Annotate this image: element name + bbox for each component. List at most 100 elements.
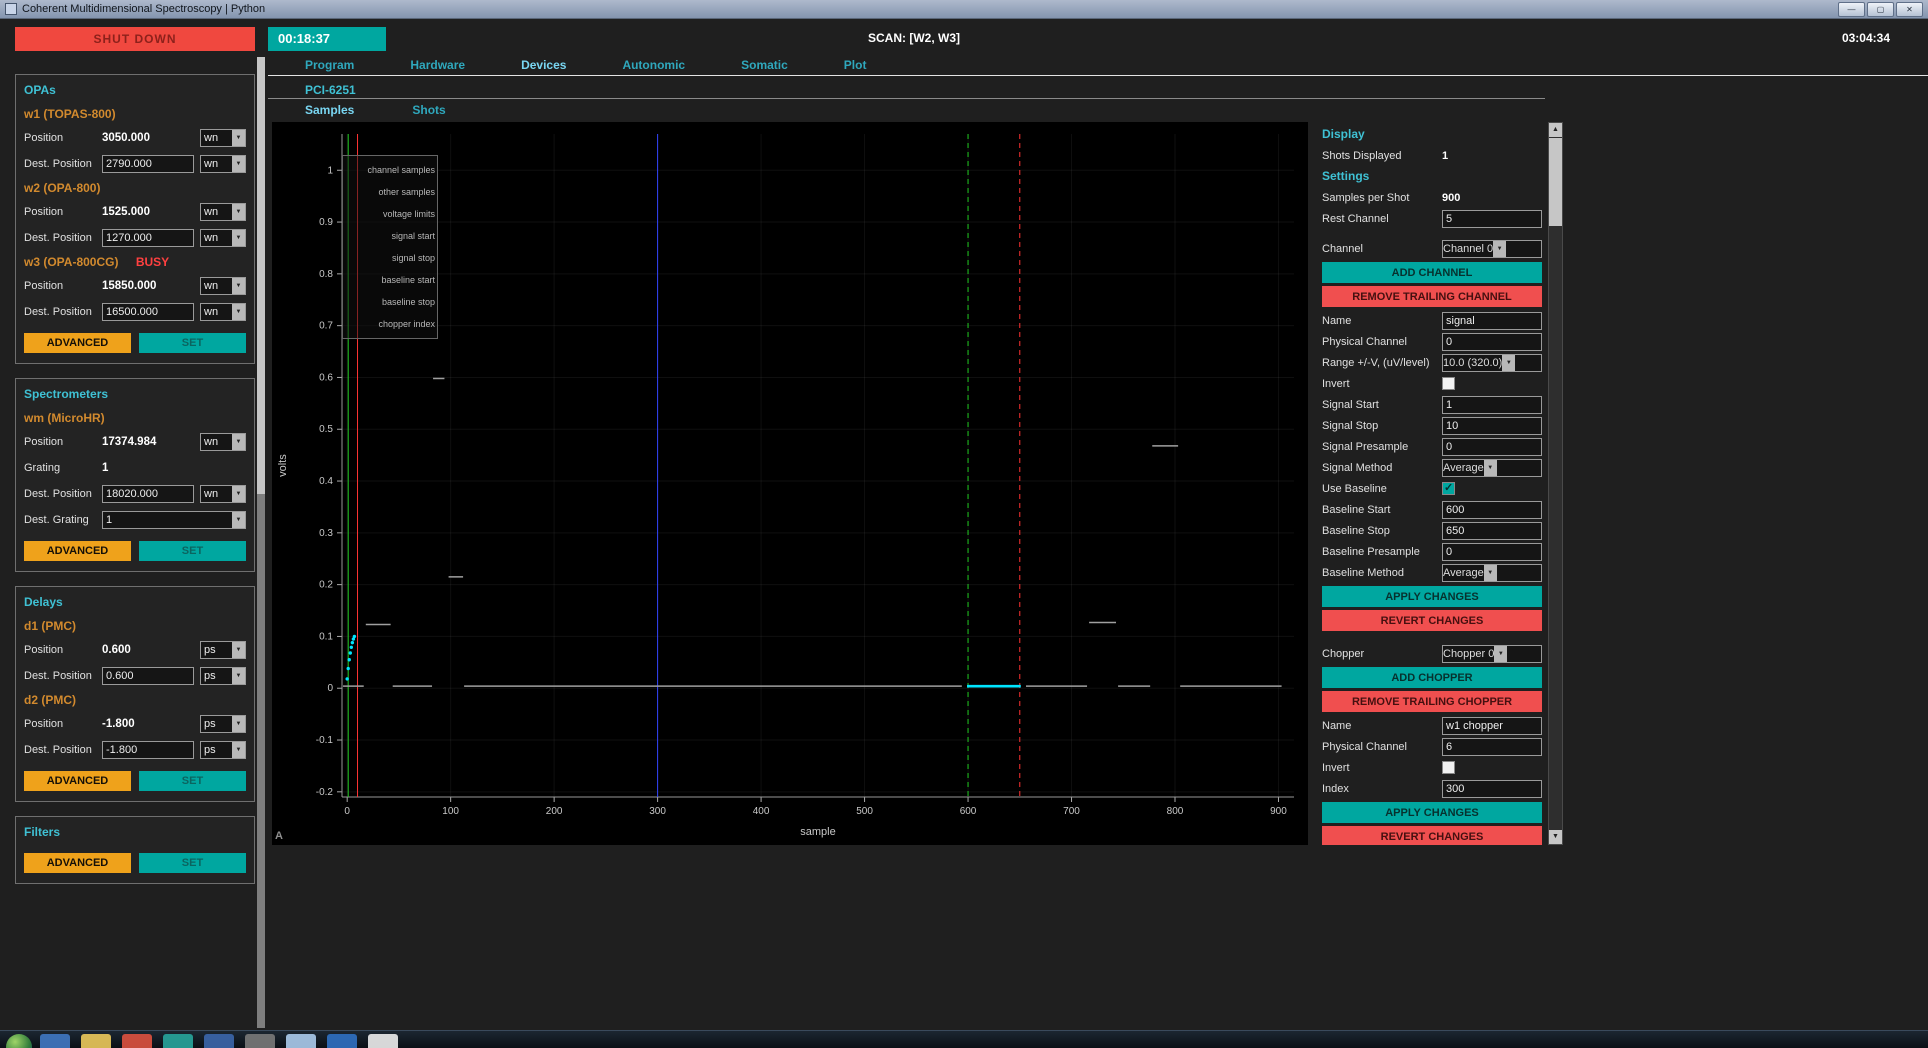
- w3-dest-position-input[interactable]: [102, 303, 194, 321]
- filters-set-button[interactable]: SET: [139, 853, 246, 873]
- rest-channel-input[interactable]: [1442, 210, 1542, 228]
- scroll-up-button[interactable]: ▲: [1549, 123, 1562, 137]
- apply-chopper-changes-button[interactable]: APPLY CHANGES: [1322, 802, 1542, 823]
- d2-dest-position-input[interactable]: [102, 741, 194, 759]
- invert-checkbox[interactable]: [1442, 377, 1455, 390]
- autoscale-button[interactable]: A: [275, 830, 283, 842]
- w3-units-dropdown[interactable]: wn ▼: [200, 277, 246, 295]
- w1-dest-position-input[interactable]: [102, 155, 194, 173]
- w2-dest-position-input[interactable]: [102, 229, 194, 247]
- d1-dest-units-dropdown[interactable]: ps ▼: [200, 667, 246, 685]
- tab-autonomic[interactable]: Autonomic: [622, 58, 685, 72]
- x-tick-label: 300: [649, 806, 666, 817]
- delays-set-button[interactable]: SET: [139, 771, 246, 791]
- w1-units-dropdown[interactable]: wn ▼: [200, 129, 246, 147]
- taskbar-icon[interactable]: [81, 1034, 111, 1048]
- channel-name-input[interactable]: [1442, 312, 1542, 330]
- wm-units-dropdown[interactable]: wn ▼: [200, 433, 246, 451]
- tab-plot[interactable]: Plot: [844, 58, 867, 72]
- tab-hardware[interactable]: Hardware: [410, 58, 465, 72]
- d2-units-dropdown[interactable]: ps ▼: [200, 715, 246, 733]
- spectrometers-advanced-button[interactable]: ADVANCED: [24, 541, 131, 561]
- w2-dest-units-dropdown[interactable]: wn ▼: [200, 229, 246, 247]
- maximize-button[interactable]: ▢: [1867, 2, 1894, 17]
- taskbar-icon[interactable]: [327, 1034, 357, 1048]
- wm-dest-position-input[interactable]: [102, 485, 194, 503]
- x-tick-label: 700: [1063, 806, 1080, 817]
- channel-dropdown[interactable]: Channel 0 ▼: [1442, 240, 1542, 258]
- physical-channel-input[interactable]: [1442, 333, 1542, 351]
- taskbar-icon[interactable]: [245, 1034, 275, 1048]
- taskbar-icon[interactable]: [163, 1034, 193, 1048]
- revert-channel-changes-button[interactable]: REVERT CHANGES: [1322, 610, 1542, 631]
- scroll-down-button[interactable]: ▼: [1549, 830, 1562, 844]
- revert-chopper-changes-button[interactable]: REVERT CHANGES: [1322, 826, 1542, 845]
- range-dropdown[interactable]: 10.0 (320.0) ▼: [1442, 354, 1542, 372]
- d2-name: d2 (PMC): [24, 689, 246, 711]
- scroll-thumb[interactable]: [1549, 138, 1562, 226]
- close-button[interactable]: ✕: [1896, 2, 1923, 17]
- baseline-start-input[interactable]: [1442, 501, 1542, 519]
- taskbar-icon[interactable]: [122, 1034, 152, 1048]
- d1-dest-position-input[interactable]: [102, 667, 194, 685]
- taskbar-icon[interactable]: [368, 1034, 398, 1048]
- d2-dest-units-dropdown[interactable]: ps ▼: [200, 741, 246, 759]
- baseline-stop-row: Baseline Stop: [1322, 520, 1542, 541]
- chopper-index-input[interactable]: [1442, 780, 1542, 798]
- chopper-name-input[interactable]: [1442, 717, 1542, 735]
- delays-advanced-button[interactable]: ADVANCED: [24, 771, 131, 791]
- sidebar-scroll-thumb[interactable]: [257, 57, 265, 494]
- d2-position-row: Position -1.800 ps ▼: [24, 711, 246, 737]
- chopper-dropdown[interactable]: Chopper 0 ▼: [1442, 645, 1542, 663]
- w2-dest-row: Dest. Position wn ▼: [24, 225, 246, 251]
- sidebar-scrollbar[interactable]: [257, 57, 265, 1028]
- apply-channel-changes-button[interactable]: APPLY CHANGES: [1322, 586, 1542, 607]
- hardware-sidebar: OPAs w1 (TOPAS-800) Position 3050.000 wn…: [15, 74, 255, 884]
- signal-method-dropdown[interactable]: Average ▼: [1442, 459, 1542, 477]
- w1-dest-units-dropdown[interactable]: wn ▼: [200, 155, 246, 173]
- filters-advanced-button[interactable]: ADVANCED: [24, 853, 131, 873]
- wm-position-row: Position 17374.984 wn ▼: [24, 429, 246, 455]
- position-label: Position: [24, 206, 102, 218]
- w1-position-value: 3050.000: [102, 132, 194, 144]
- baseline-method-dropdown[interactable]: Average ▼: [1442, 564, 1542, 582]
- minimize-button[interactable]: —: [1838, 2, 1865, 17]
- baseline-presample-input[interactable]: [1442, 543, 1542, 561]
- tab-somatic[interactable]: Somatic: [741, 58, 788, 72]
- remove-trailing-channel-button[interactable]: REMOVE TRAILING CHANNEL: [1322, 286, 1542, 307]
- chevron-down-icon: ▼: [1493, 241, 1506, 257]
- signal-presample-input[interactable]: [1442, 438, 1542, 456]
- w3-name: w3 (OPA-800CG) BUSY: [24, 251, 246, 273]
- taskbar-icon[interactable]: [204, 1034, 234, 1048]
- start-button[interactable]: [6, 1034, 32, 1048]
- taskbar-icon[interactable]: [286, 1034, 316, 1048]
- x-tick-label: 600: [960, 806, 977, 817]
- d1-position-value: 0.600: [102, 644, 194, 656]
- add-chopper-button[interactable]: ADD CHOPPER: [1322, 667, 1542, 688]
- y-tick-label: 0.6: [319, 372, 333, 383]
- use-baseline-checkbox[interactable]: [1442, 482, 1455, 495]
- opas-advanced-button[interactable]: ADVANCED: [24, 333, 131, 353]
- nav-divider: [268, 75, 1928, 76]
- chopper-physical-channel-input[interactable]: [1442, 738, 1542, 756]
- taskbar-icon[interactable]: [40, 1034, 70, 1048]
- chopper-invert-checkbox[interactable]: [1442, 761, 1455, 774]
- add-channel-button[interactable]: ADD CHANNEL: [1322, 262, 1542, 283]
- d1-units-dropdown[interactable]: ps ▼: [200, 641, 246, 659]
- signal-stop-input[interactable]: [1442, 417, 1542, 435]
- wm-dest-row: Dest. Position wn ▼: [24, 481, 246, 507]
- tab-shots[interactable]: Shots: [412, 103, 445, 120]
- wm-dest-units-dropdown[interactable]: wn ▼: [200, 485, 246, 503]
- dest-grating-dropdown[interactable]: 1 ▼: [102, 511, 246, 529]
- baseline-stop-input[interactable]: [1442, 522, 1542, 540]
- spectrometers-set-button[interactable]: SET: [139, 541, 246, 561]
- w2-units-dropdown[interactable]: wn ▼: [200, 203, 246, 221]
- signal-start-input[interactable]: [1442, 396, 1542, 414]
- remove-trailing-chopper-button[interactable]: REMOVE TRAILING CHOPPER: [1322, 691, 1542, 712]
- panel-scrollbar[interactable]: ▲ ▼: [1548, 122, 1563, 845]
- tab-devices[interactable]: Devices: [521, 58, 566, 72]
- legend-entry: chopper index: [345, 313, 435, 335]
- opas-set-button[interactable]: SET: [139, 333, 246, 353]
- w3-dest-units-dropdown[interactable]: wn ▼: [200, 303, 246, 321]
- shutdown-button[interactable]: SHUT DOWN: [15, 27, 255, 51]
